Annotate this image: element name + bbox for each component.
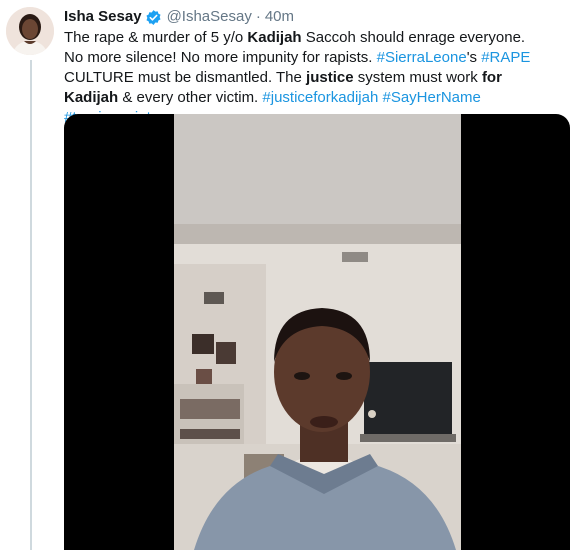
video-frame <box>174 114 461 550</box>
text-segment: system must work <box>353 69 482 86</box>
hashtag-justiceforkadijah[interactable]: #justiceforkadijah <box>262 89 378 106</box>
user-handle[interactable]: @IshaSesay <box>167 7 252 27</box>
text-segment: CULTURE must be dismantled. The <box>64 69 307 86</box>
separator-dot: · <box>255 8 261 25</box>
avatar-image <box>6 7 54 55</box>
hashtag-sayhername[interactable]: #SayHerName <box>382 89 480 106</box>
thread-line <box>30 60 32 550</box>
text-segment: The rape & murder of 5 y/o <box>64 29 248 46</box>
text-segment: 's <box>466 49 482 66</box>
tweet-header: Isha Sesay @IshaSesay · 40m <box>64 7 294 27</box>
highlighted-keyword: justice <box>306 69 354 86</box>
text-segment: & every other victim. <box>118 89 263 106</box>
hashtag-sierraleone[interactable]: #SierraLeone <box>377 49 467 66</box>
tweet[interactable]: Isha Sesay @IshaSesay · 40m The rape & m… <box>0 0 574 550</box>
video-still <box>174 114 461 550</box>
verified-badge-icon <box>145 9 162 26</box>
tweet-text: The rape & murder of 5 y/o Kadijah Sacco… <box>64 28 544 128</box>
highlighted-keyword: Kadijah <box>247 29 302 46</box>
display-name[interactable]: Isha Sesay <box>64 7 142 27</box>
avatar[interactable] <box>6 7 54 55</box>
hashtag-rape[interactable]: #RAPE <box>481 49 530 66</box>
video-player[interactable] <box>64 114 570 550</box>
timestamp[interactable]: 40m <box>265 7 294 27</box>
